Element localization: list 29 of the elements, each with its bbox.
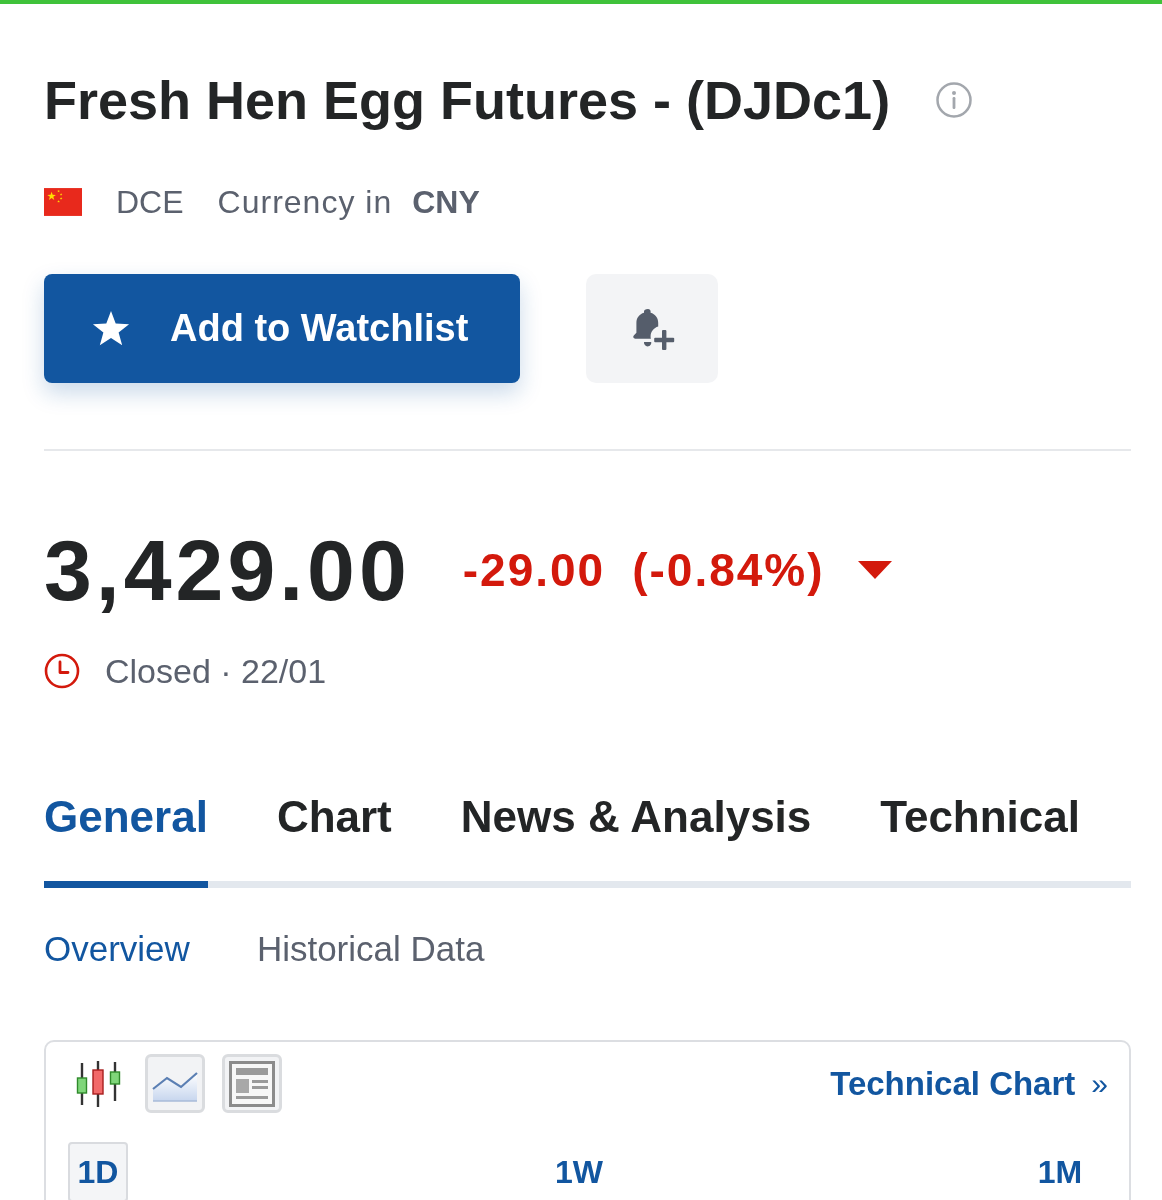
technical-chart-link[interactable]: Technical Chart »	[830, 1063, 1108, 1104]
section-tab[interactable]: Chart	[276, 790, 392, 888]
article-layout-button[interactable]	[222, 1054, 282, 1113]
period-button[interactable]: 1D	[68, 1142, 128, 1200]
section-tab[interactable]: General	[44, 790, 208, 888]
add-to-watchlist-button[interactable]: Add to Watchlist	[44, 274, 520, 383]
period-button[interactable]: 1M	[1030, 1142, 1090, 1200]
star-icon	[92, 310, 130, 347]
instrument-title: Fresh Hen Egg Futures - (DJDc1)	[44, 69, 891, 132]
clock-icon	[44, 653, 80, 689]
china-flag-icon	[44, 188, 82, 216]
currency-code: CNY	[412, 183, 480, 222]
subsection-tab[interactable]: Overview	[44, 929, 190, 969]
subsection-tab[interactable]: Historical Data	[256, 929, 485, 969]
last-price: 3,429.00	[44, 521, 411, 620]
article-layout-icon	[229, 1060, 275, 1107]
info-icon[interactable]	[936, 82, 973, 118]
market-status: Closed · 22/01	[105, 651, 327, 691]
double-chevron-icon: »	[1091, 1063, 1108, 1104]
period-button[interactable]: 1W	[549, 1142, 609, 1200]
price-change: -29.00	[462, 543, 606, 598]
currency-label: Currency in	[217, 183, 393, 222]
alert-button[interactable]	[586, 274, 718, 383]
candlestick-chart-icon[interactable]	[75, 1060, 123, 1107]
price-change-percent: (-0.84%)	[632, 543, 825, 598]
line-chart-button[interactable]	[145, 1054, 205, 1113]
section-tab[interactable]: News & Analysis	[460, 790, 812, 888]
exchange-name: DCE	[116, 183, 184, 222]
section-tab[interactable]: Technical	[880, 790, 1080, 888]
